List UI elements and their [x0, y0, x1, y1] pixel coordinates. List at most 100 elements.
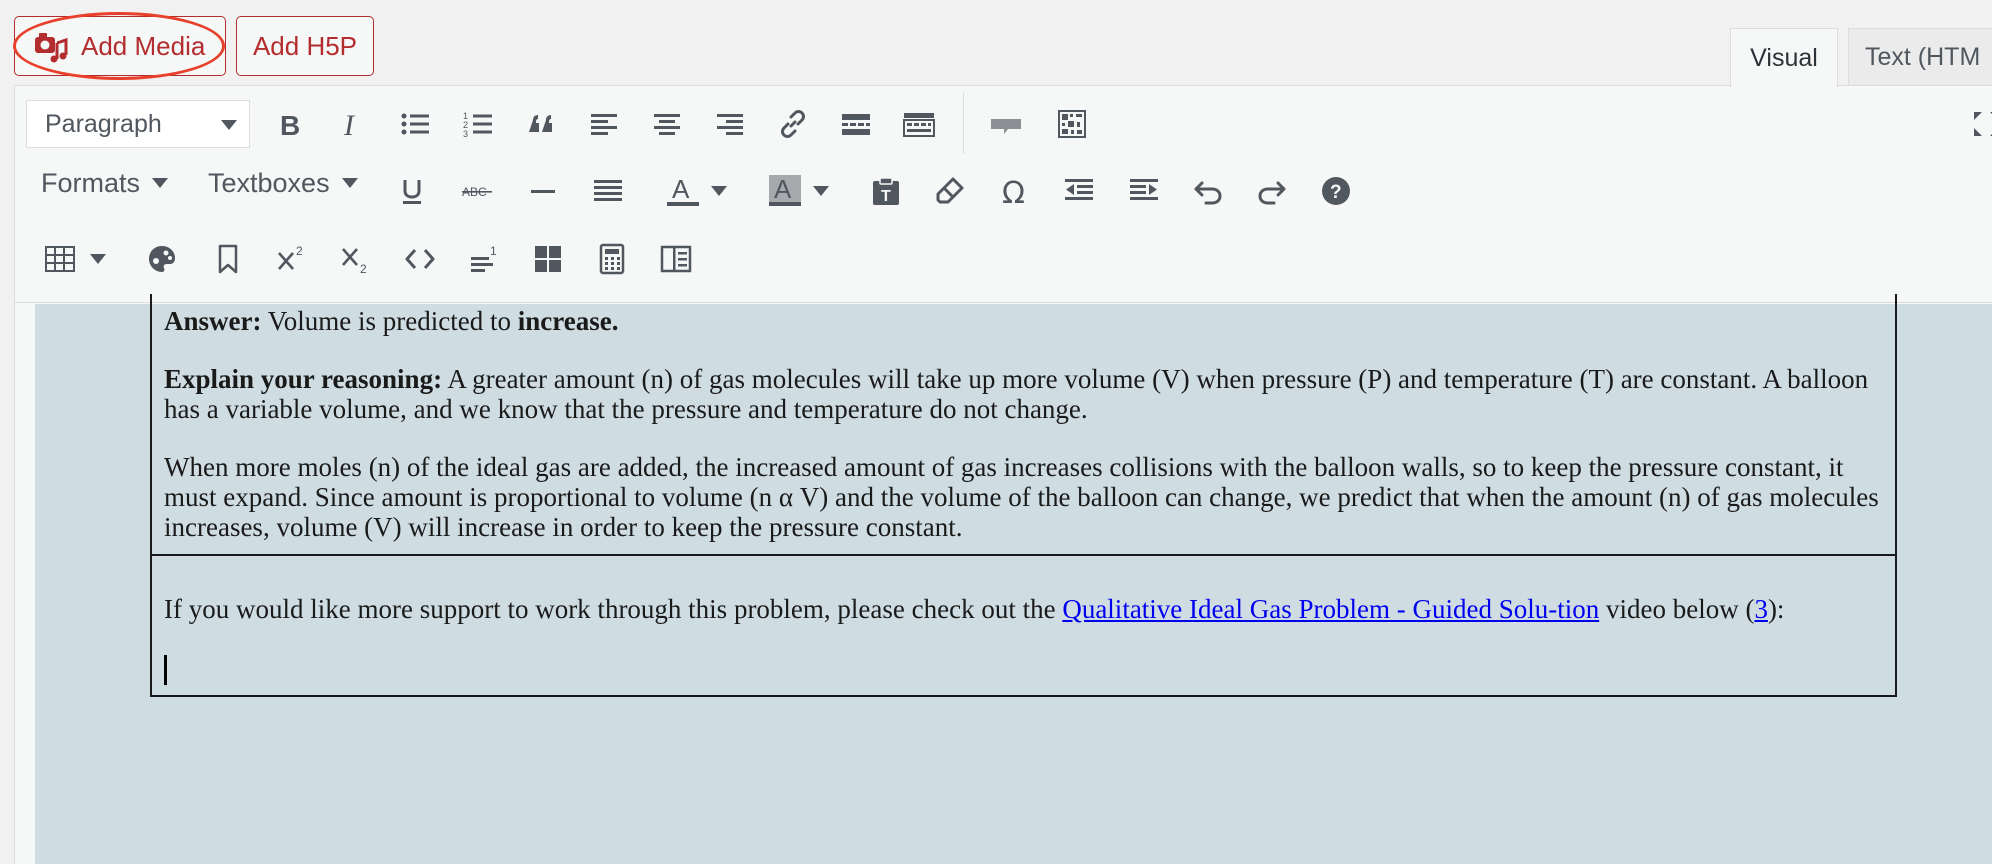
align-left-icon: [591, 114, 617, 135]
align-center-icon: [654, 114, 680, 135]
background-color-dropdown[interactable]: [808, 168, 834, 214]
footnote-button[interactable]: 1: [461, 236, 507, 282]
reasoning-label: Explain your reasoning:: [164, 364, 443, 394]
tab-visual[interactable]: Visual: [1730, 28, 1838, 87]
link-icon: [781, 110, 805, 138]
chevron-down-icon: [341, 178, 358, 188]
redo-button[interactable]: [1249, 168, 1295, 214]
guided-solution-link[interactable]: Qualitative Ideal Gas Problem - Guided S…: [1062, 594, 1599, 624]
superscript-icon: 2: [278, 244, 303, 270]
align-right-button[interactable]: [707, 101, 753, 147]
table-dropdown[interactable]: [85, 236, 111, 282]
formats-dropdown[interactable]: Formats: [41, 151, 169, 215]
blockquote-button[interactable]: [518, 101, 564, 147]
special-character-button[interactable]: Ω: [992, 168, 1038, 214]
numbered-list-icon: 123: [463, 111, 492, 139]
blocks-button[interactable]: [525, 236, 571, 282]
fullscreen-icon: [1974, 112, 1992, 136]
bold-button[interactable]: B: [266, 101, 312, 147]
support-text-after: video below (: [1599, 594, 1755, 624]
footnote-icon: 1: [471, 244, 497, 272]
wp-editor-screen: Add Media Add H5P Visual Text (HTM Parag…: [0, 0, 1992, 864]
answer-cell[interactable]: Answer: Volume is predicted to increase.…: [152, 294, 1895, 554]
superscript-button[interactable]: 2: [269, 236, 315, 282]
svg-text:?: ?: [1330, 182, 1342, 203]
clear-formatting-button[interactable]: [927, 168, 973, 214]
palette-icon: [149, 246, 175, 272]
add-media-label: Add Media: [81, 30, 206, 61]
horizontal-rule-icon: [531, 190, 555, 193]
text-color-icon: A: [667, 175, 699, 206]
paragraph-select[interactable]: Paragraph: [26, 100, 250, 148]
italic-icon: I: [343, 109, 356, 140]
undo-icon: [1194, 181, 1222, 205]
subscript-icon: 2: [342, 248, 367, 275]
add-h5p-button[interactable]: Add H5P: [236, 16, 374, 76]
paste-text-button[interactable]: T: [863, 168, 909, 214]
indent-button[interactable]: [1121, 168, 1167, 214]
calculator-button[interactable]: [589, 236, 635, 282]
textboxes-dropdown[interactable]: Textboxes: [208, 151, 358, 215]
code-icon: [405, 249, 435, 269]
answer-bold-word: increase: [517, 306, 612, 336]
subscript-button[interactable]: 2: [333, 236, 379, 282]
editor-content-area[interactable]: Answer: Volume is predicted to increase.…: [35, 294, 1992, 864]
numbered-list-button[interactable]: 123: [455, 101, 501, 147]
tab-text[interactable]: Text (HTM: [1848, 28, 1992, 86]
add-media-button[interactable]: Add Media: [14, 16, 226, 76]
toolbar-divider: [963, 92, 964, 154]
formats-label: Formats: [41, 167, 141, 198]
answer-paragraph: Answer: Volume is predicted to increase.: [164, 306, 1883, 336]
palette-button[interactable]: [139, 236, 185, 282]
table-button[interactable]: [37, 236, 83, 282]
chevron-down-icon: [90, 254, 106, 264]
support-cell[interactable]: If you would like more support to work t…: [152, 554, 1895, 695]
background-color-button[interactable]: A: [762, 168, 808, 214]
answer-label: Answer:: [164, 306, 262, 336]
comment-button[interactable]: [983, 101, 1029, 147]
reference-link[interactable]: 3: [1754, 594, 1768, 624]
strikethrough-button[interactable]: ABC: [454, 168, 500, 214]
insert-link-button[interactable]: [770, 101, 816, 147]
chevron-down-icon: [711, 186, 727, 196]
underline-button[interactable]: [389, 168, 435, 214]
help-button[interactable]: ?: [1313, 168, 1359, 214]
read-more-button[interactable]: [833, 101, 879, 147]
outdent-button[interactable]: [1056, 168, 1102, 214]
svg-text:1: 1: [490, 244, 497, 258]
undo-button[interactable]: [1185, 168, 1231, 214]
qr-grid-button[interactable]: [1049, 101, 1095, 147]
text-color-button[interactable]: A: [660, 168, 706, 214]
svg-text:T: T: [881, 188, 891, 205]
blocks-icon: [535, 246, 561, 272]
editor-container: Paragraph B I 123 Formats Textboxes ABC …: [14, 85, 1992, 864]
add-h5p-label: Add H5P: [252, 30, 358, 61]
code-button[interactable]: [397, 236, 443, 282]
cursor-line: [164, 652, 1883, 685]
italic-button[interactable]: I: [329, 101, 375, 147]
columns-button[interactable]: [653, 236, 699, 282]
support-text: If you would like more support to work t…: [164, 594, 1063, 624]
chevron-down-icon: [221, 120, 237, 130]
bulleted-list-button[interactable]: [392, 101, 438, 147]
table-icon: [45, 246, 75, 272]
toolbar-toggle-button[interactable]: [896, 101, 942, 147]
svg-text:Ω: Ω: [1002, 176, 1025, 207]
answer-text: Volume is predicted to: [261, 306, 518, 336]
horizontal-rule-button[interactable]: [520, 168, 566, 214]
fullscreen-button[interactable]: [1963, 101, 1992, 147]
text-color-dropdown[interactable]: [706, 168, 732, 214]
justify-button[interactable]: [585, 168, 631, 214]
chevron-down-icon: [152, 178, 169, 188]
bookmark-button[interactable]: [205, 236, 251, 282]
calculator-icon: [599, 243, 625, 275]
read-more-icon: [842, 114, 870, 135]
indent-icon: [1130, 179, 1158, 200]
align-center-button[interactable]: [644, 101, 690, 147]
svg-text:A: A: [672, 175, 690, 204]
comment-icon: [991, 119, 1021, 134]
svg-text:A: A: [774, 175, 792, 204]
media-icon: [35, 33, 68, 63]
svg-text:B: B: [280, 110, 300, 140]
align-left-button[interactable]: [581, 101, 627, 147]
